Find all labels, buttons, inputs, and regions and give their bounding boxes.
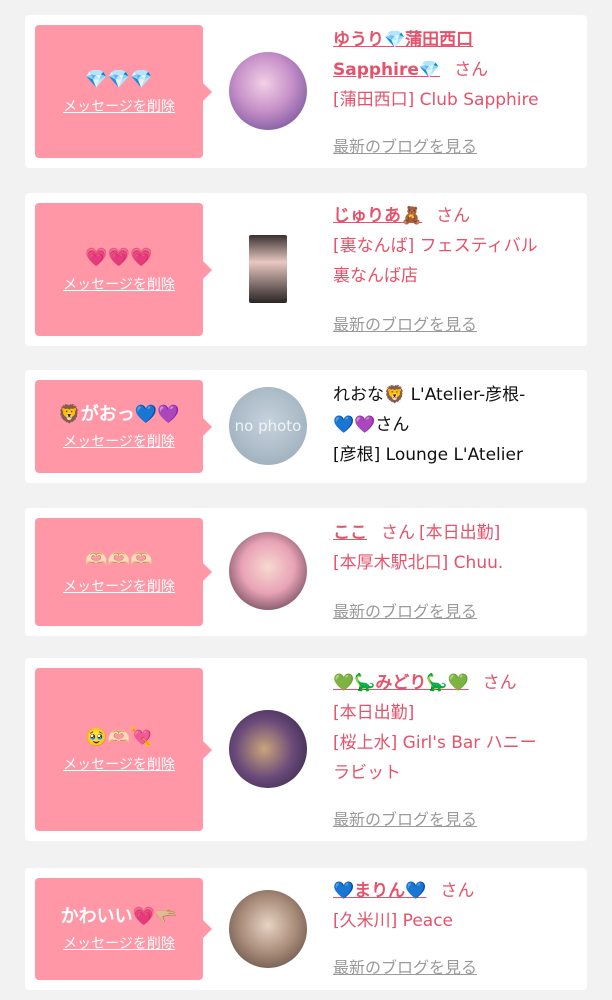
latest-blog-link[interactable]: 最新のブログを見る	[333, 133, 477, 157]
message-text: 💎💎💎	[85, 68, 153, 90]
message-card: 🥹🫶🏻💘 メッセージを削除 💚🦕みどり🦕💚 さん [本日出勤] [桜上水] Gir…	[25, 658, 587, 841]
status-badge: [本日出勤]	[333, 703, 415, 723]
message-card: 💎💎💎 メッセージを削除 ゆうり💎蒲田西口 Sapphire💎 さん [蒲田西口]…	[25, 15, 587, 168]
avatar[interactable]	[229, 532, 307, 610]
shop-name: [本厚木駅北口] Chuu.	[333, 553, 504, 573]
message-bubble: 🦁がおっ💙💜 メッセージを削除	[35, 380, 212, 473]
cast-name: れおな🦁 L'Atelier-彦根-	[333, 385, 526, 405]
cast-name-link[interactable]: 💙まりん💙	[333, 881, 426, 901]
avatar[interactable]	[229, 52, 307, 130]
shop-name-cont: ラビット	[333, 763, 401, 783]
message-card: 🫶🏻🫶🏻🫶🏻 メッセージを削除 ここ さん [本日出勤] [本厚木駅北口] Chuu…	[25, 508, 587, 636]
message-card: 🦁がおっ💙💜 メッセージを削除 no photo れおな🦁 L'Atelier-…	[25, 370, 587, 483]
cast-info: ゆうり💎蒲田西口 Sapphire💎 さん [蒲田西口] Club Sapphir…	[333, 25, 579, 115]
avatar[interactable]	[229, 890, 307, 968]
message-bubble: かわいい💗🫳🏼 メッセージを削除	[35, 878, 212, 980]
honorific: さん	[454, 60, 489, 80]
delete-message-link[interactable]: メッセージを削除	[63, 276, 175, 294]
shop-name-cont: 裏なんば店	[333, 266, 418, 286]
message-text: 🦁がおっ💙💜	[58, 403, 180, 425]
shop-name: [久米川] Peace	[333, 911, 453, 931]
latest-blog-link[interactable]: 最新のブログを見る	[333, 311, 477, 335]
message-text: 🫶🏻🫶🏻🫶🏻	[85, 549, 153, 570]
cast-info: 💚🦕みどり🦕💚 さん [本日出勤] [桜上水] Girl's Bar ハニー ラビ…	[333, 668, 579, 788]
delete-message-link[interactable]: メッセージを削除	[63, 98, 175, 116]
message-card: 💗💗💗 メッセージを削除 じゅりあ🧸 さん [裏なんば] フェスティバル 裏なんば…	[25, 193, 587, 346]
honorific: さん	[436, 206, 471, 226]
message-bubble: 🫶🏻🫶🏻🫶🏻 メッセージを削除	[35, 518, 212, 626]
message-text: 🥹🫶🏻💘	[85, 726, 153, 748]
cast-info: じゅりあ🧸 さん [裏なんば] フェスティバル 裏なんば店	[333, 201, 579, 291]
delete-message-link[interactable]: メッセージを削除	[63, 578, 175, 596]
honorific: さん	[381, 523, 415, 543]
cast-info: ここ さん [本日出勤] [本厚木駅北口] Chuu.	[333, 518, 579, 578]
status-badge: [本日出勤]	[419, 523, 501, 543]
cast-info: 💙まりん💙 さん [久米川] Peace	[333, 876, 579, 936]
cast-name-link[interactable]: ゆうり💎蒲田西口	[333, 25, 579, 55]
message-text: かわいい💗🫳🏼	[60, 906, 178, 927]
latest-blog-link[interactable]: 最新のブログを見る	[333, 598, 477, 622]
message-bubble: 💗💗💗 メッセージを削除	[35, 203, 212, 336]
message-bubble: 💎💎💎 メッセージを削除	[35, 25, 212, 158]
message-card: かわいい💗🫳🏼 メッセージを削除 💙まりん💙 さん [久米川] Peace 最新の…	[25, 868, 587, 990]
delete-message-link[interactable]: メッセージを削除	[63, 756, 175, 774]
shop-name: [裏なんば] フェスティバル	[333, 236, 538, 256]
avatar[interactable]	[229, 710, 307, 788]
delete-message-link[interactable]: メッセージを削除	[63, 433, 175, 451]
shop-name: [彦根] Lounge L'Atelier	[333, 445, 523, 465]
avatar-no-photo[interactable]: no photo	[229, 387, 307, 465]
honorific: さん	[440, 881, 475, 901]
shop-name: [桜上水] Girl's Bar ハニー	[333, 733, 537, 753]
message-list: 💎💎💎 メッセージを削除 ゆうり💎蒲田西口 Sapphire💎 さん [蒲田西口]…	[0, 0, 612, 1000]
latest-blog-link[interactable]: 最新のブログを見る	[333, 806, 477, 830]
message-text: 💗💗💗	[85, 246, 153, 268]
delete-message-link[interactable]: メッセージを削除	[63, 935, 175, 953]
cast-info: れおな🦁 L'Atelier-彦根- 💙💜さん [彦根] Lounge L'At…	[333, 380, 579, 470]
cast-name-link[interactable]: じゅりあ🧸	[333, 206, 422, 226]
cast-name-cont: 💙💜さん	[333, 415, 410, 435]
avatar[interactable]	[249, 235, 287, 303]
cast-name-link[interactable]: 💚🦕みどり🦕💚	[333, 673, 469, 693]
cast-name-link[interactable]: ここ	[333, 523, 367, 543]
message-bubble: 🥹🫶🏻💘 メッセージを削除	[35, 668, 212, 831]
latest-blog-link[interactable]: 最新のブログを見る	[333, 954, 477, 978]
nophoto-label: no photo	[234, 417, 302, 435]
honorific: さん	[482, 673, 517, 693]
cast-name-link-cont[interactable]: Sapphire💎	[333, 60, 440, 80]
shop-name: [蒲田西口] Club Sapphire	[333, 90, 539, 110]
